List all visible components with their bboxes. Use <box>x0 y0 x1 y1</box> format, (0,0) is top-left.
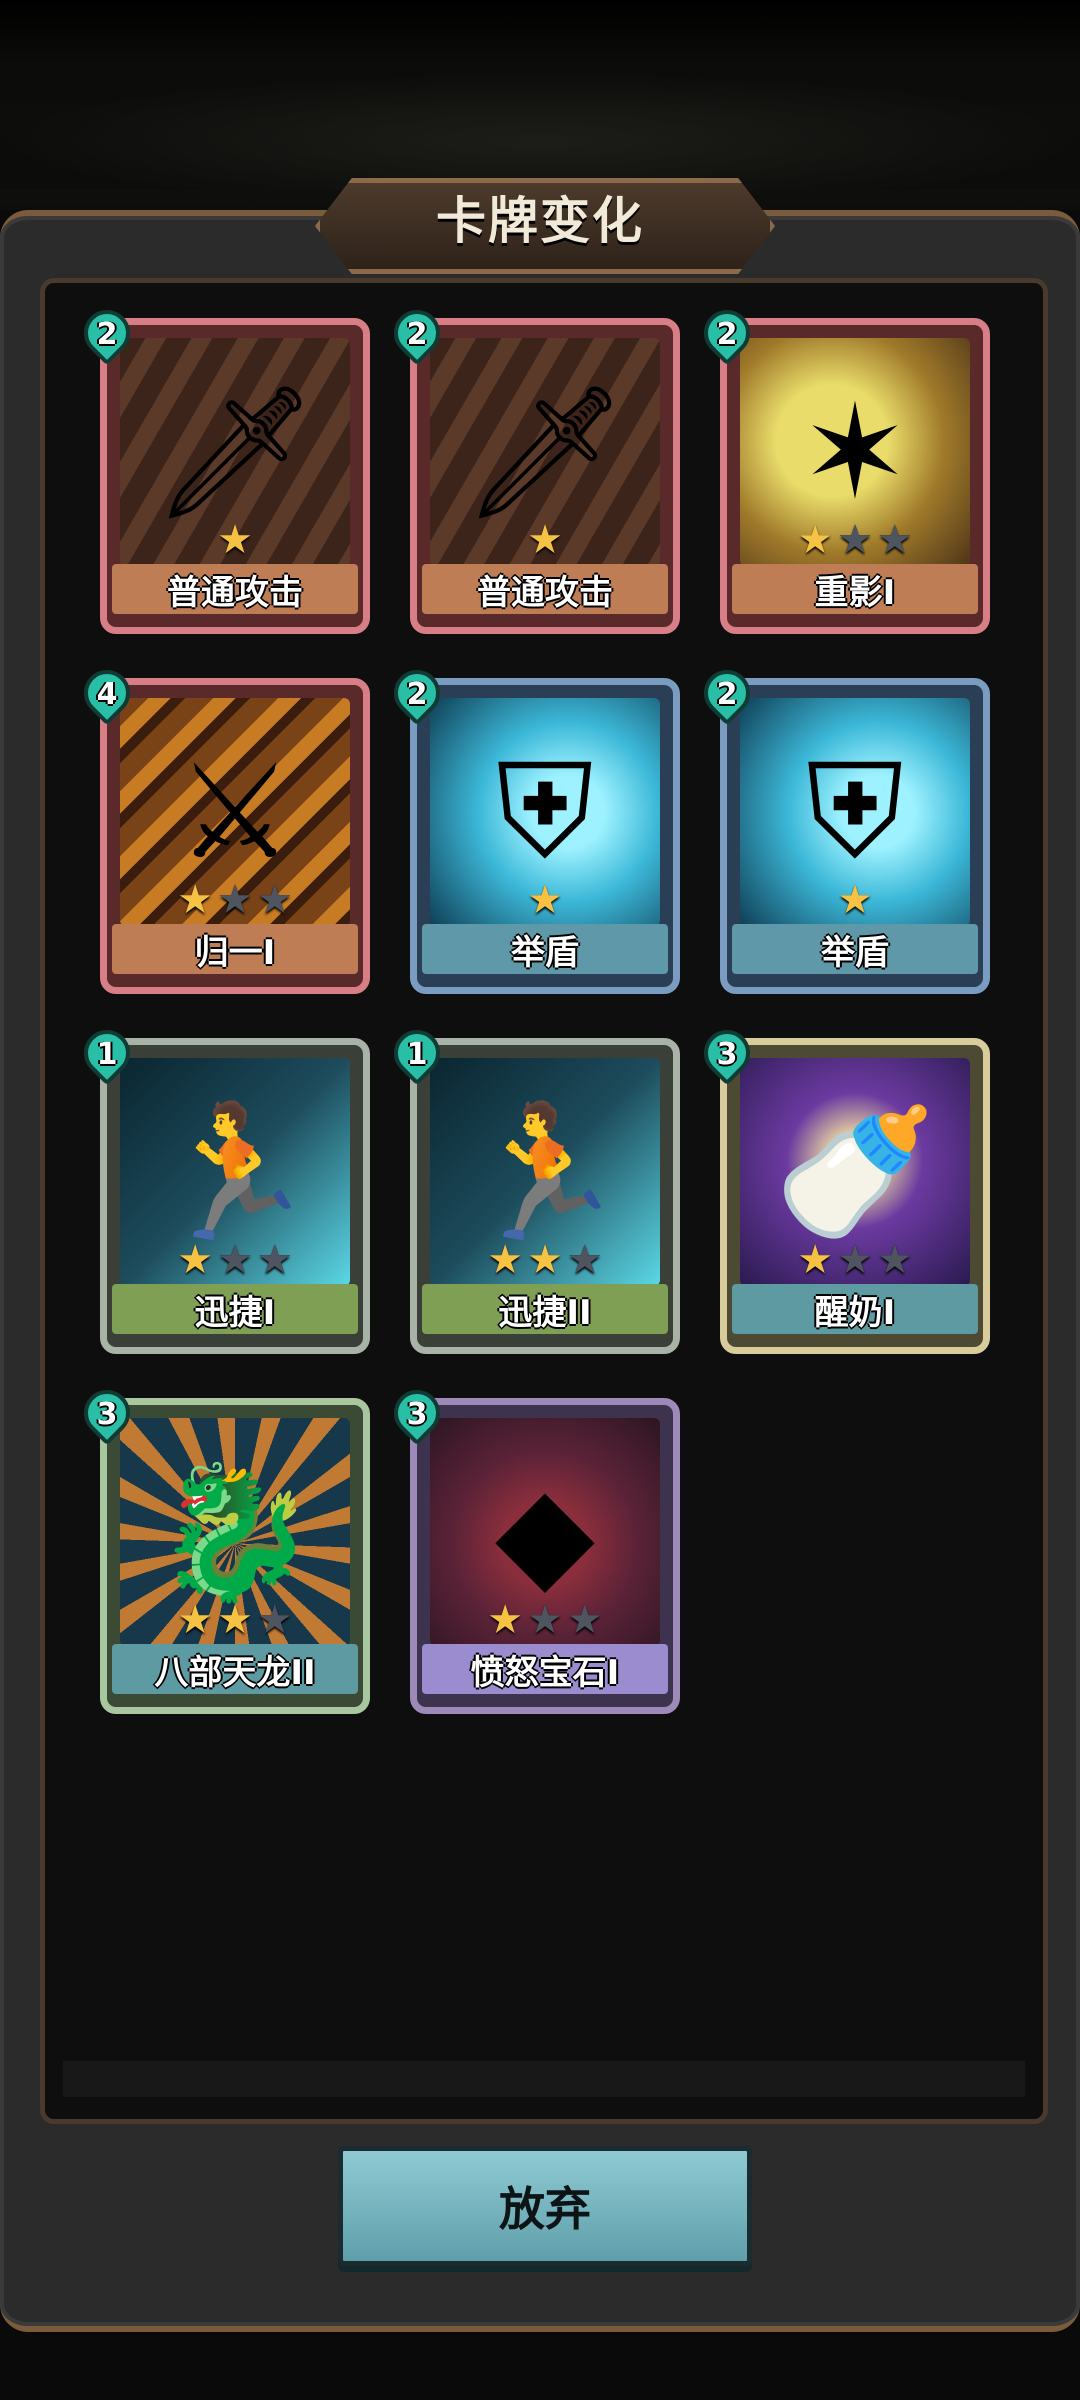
energy-cost-value: 3 <box>716 1037 738 1072</box>
card[interactable]: ⛨ ★ 举盾 2 <box>694 660 990 994</box>
card-stars: ★ <box>100 518 370 562</box>
card-stars: ★ ★ ★ <box>720 1238 990 1282</box>
energy-cost-badge: 1 <box>74 1020 140 1086</box>
card-stars: ★ ★ ★ <box>410 1598 680 1642</box>
card-stars: ★ <box>410 878 680 922</box>
star-empty-icon: ★ <box>256 877 293 923</box>
title-banner: 卡牌变化 <box>315 178 775 274</box>
card-stars: ★ ★ ★ <box>100 1238 370 1282</box>
star-empty-icon: ★ <box>837 517 873 563</box>
card-name: 愤怒宝石I <box>422 1644 668 1694</box>
star-empty-icon: ★ <box>566 1597 603 1643</box>
energy-cost-value: 1 <box>96 1037 118 1072</box>
card-name: 普通攻击 <box>422 564 668 614</box>
energy-cost-badge: 1 <box>384 1020 450 1086</box>
star-empty-icon: ★ <box>566 1237 603 1283</box>
card[interactable]: 🐉 ★ ★ ★ 八部天龙II 3 <box>74 1380 370 1714</box>
energy-cost-value: 2 <box>96 317 118 352</box>
star-filled-icon: ★ <box>797 517 834 563</box>
card-name: 举盾 <box>732 924 978 974</box>
energy-cost-value: 4 <box>96 677 118 712</box>
card-name: 醒奶I <box>732 1284 978 1334</box>
card[interactable]: 🍼 ★ ★ ★ 醒奶I 3 <box>694 1020 990 1354</box>
star-filled-icon: ★ <box>527 517 563 563</box>
star-filled-icon: ★ <box>487 1237 524 1283</box>
card-stars: ★ ★ ★ <box>100 1598 370 1642</box>
energy-cost-value: 2 <box>716 317 738 352</box>
card-stars: ★ ★ ★ <box>410 1238 680 1282</box>
energy-cost-badge: 3 <box>74 1380 140 1446</box>
star-filled-icon: ★ <box>837 877 873 923</box>
star-empty-icon: ★ <box>876 517 913 563</box>
energy-cost-badge: 2 <box>384 660 450 726</box>
star-filled-icon: ★ <box>487 1597 524 1643</box>
energy-cost-badge: 3 <box>384 1380 450 1446</box>
star-filled-icon: ★ <box>177 1237 214 1283</box>
card-name: 迅捷II <box>422 1284 668 1334</box>
card[interactable]: 🗡 ★ 普通攻击 2 <box>384 300 680 634</box>
energy-cost-value: 2 <box>716 677 738 712</box>
energy-cost-value: 3 <box>406 1397 428 1432</box>
energy-cost-value: 3 <box>96 1397 118 1432</box>
star-empty-icon: ★ <box>217 877 253 923</box>
star-filled-icon: ★ <box>217 517 253 563</box>
card[interactable]: ⚔ ★ ★ ★ 归一I 4 <box>74 660 370 994</box>
star-filled-icon: ★ <box>797 1237 834 1283</box>
card-stars: ★ <box>410 518 680 562</box>
star-empty-icon: ★ <box>217 1237 253 1283</box>
energy-cost-badge: 2 <box>384 300 450 366</box>
card[interactable]: ✶ ★ ★ ★ 重影I 2 <box>694 300 990 634</box>
card-name: 举盾 <box>422 924 668 974</box>
energy-cost-badge: 2 <box>74 300 140 366</box>
card-name: 八部天龙II <box>112 1644 358 1694</box>
abandon-button[interactable]: 放弃 <box>338 2146 752 2266</box>
star-empty-icon: ★ <box>256 1237 293 1283</box>
page-title: 卡牌变化 <box>436 192 644 250</box>
energy-cost-badge: 2 <box>694 300 760 366</box>
star-empty-icon: ★ <box>876 1237 913 1283</box>
star-empty-icon: ★ <box>256 1597 293 1643</box>
star-filled-icon: ★ <box>217 1597 253 1643</box>
card-name: 归一I <box>112 924 358 974</box>
card-stars: ★ ★ ★ <box>720 518 990 562</box>
energy-cost-badge: 2 <box>694 660 760 726</box>
energy-cost-badge: 4 <box>74 660 140 726</box>
star-filled-icon: ★ <box>177 877 214 923</box>
star-filled-icon: ★ <box>177 1597 214 1643</box>
energy-cost-value: 2 <box>406 317 428 352</box>
card[interactable]: 🏃 ★ ★ ★ 迅捷I 1 <box>74 1020 370 1354</box>
panel-bottom-strip <box>63 2061 1025 2097</box>
star-empty-icon: ★ <box>837 1237 873 1283</box>
energy-cost-badge: 3 <box>694 1020 760 1086</box>
energy-cost-value: 2 <box>406 677 428 712</box>
card[interactable]: 🗡 ★ 普通攻击 2 <box>74 300 370 634</box>
card[interactable]: 🏃 ★ ★ ★ 迅捷II 1 <box>384 1020 680 1354</box>
card[interactable]: ⛨ ★ 举盾 2 <box>384 660 680 994</box>
card-name: 重影I <box>732 564 978 614</box>
card-stars: ★ ★ ★ <box>100 878 370 922</box>
card[interactable]: ◆ ★ ★ ★ 愤怒宝石I 3 <box>384 1380 680 1714</box>
card-name: 迅捷I <box>112 1284 358 1334</box>
card-name: 普通攻击 <box>112 564 358 614</box>
energy-cost-value: 1 <box>406 1037 428 1072</box>
star-filled-icon: ★ <box>527 877 563 923</box>
star-filled-icon: ★ <box>527 1237 563 1283</box>
star-empty-icon: ★ <box>527 1597 563 1643</box>
scene-background <box>0 70 1080 190</box>
card-stars: ★ <box>720 878 990 922</box>
